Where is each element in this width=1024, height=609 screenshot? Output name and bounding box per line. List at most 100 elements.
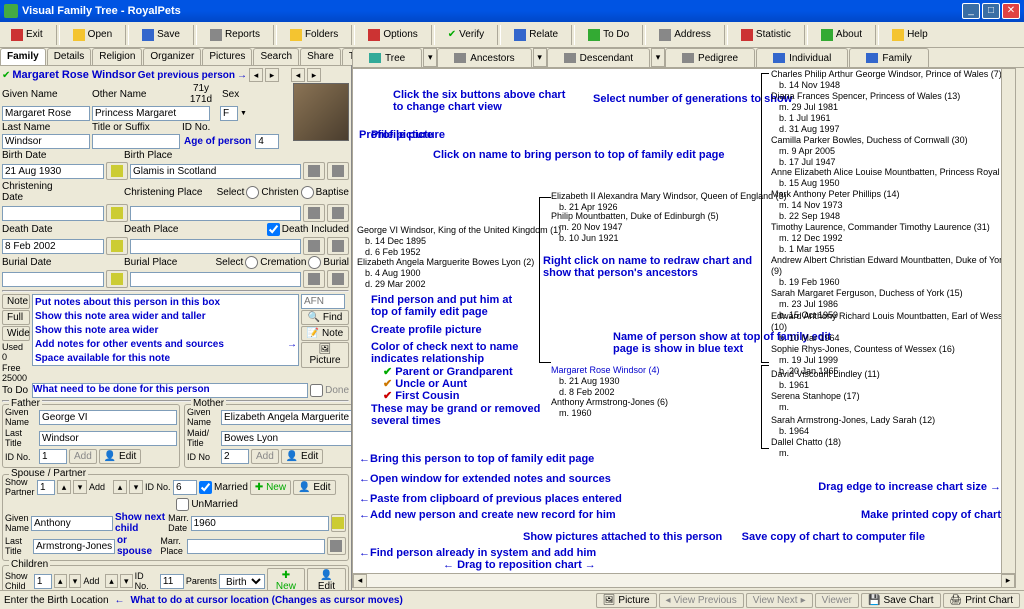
tree-node-5[interactable]: Philip Mountbatten, Duke of Edinburgh (5…	[551, 211, 719, 244]
tab-ancestors[interactable]: Ancestors	[437, 48, 531, 67]
profile-photo[interactable]	[293, 83, 349, 141]
tab-family[interactable]: Family	[0, 48, 46, 65]
spouse-up[interactable]: ▴	[57, 480, 71, 494]
title-input[interactable]	[92, 134, 180, 149]
note-full-btn[interactable]: Full	[2, 310, 30, 325]
birthplace-input[interactable]	[130, 164, 301, 179]
deathdate-input[interactable]	[2, 239, 104, 254]
tree-node-11[interactable]: David Viscount Lindley (11)b. 1961 Seren…	[771, 369, 880, 413]
nav-next2[interactable]: ▸	[307, 68, 321, 82]
person-name-link[interactable]: Margaret Rose Windsor	[12, 69, 135, 81]
address-button[interactable]: Address	[652, 26, 718, 44]
relate-button[interactable]: Relate	[507, 26, 565, 44]
tab-organizer[interactable]: Organizer	[143, 48, 201, 65]
christplace-paste-icon[interactable]	[303, 204, 325, 222]
child-show-input[interactable]	[34, 574, 52, 589]
exit-button[interactable]: Exit	[4, 26, 50, 44]
baptise-radio[interactable]	[301, 186, 314, 199]
mother-id-input[interactable]	[221, 449, 249, 464]
about-button[interactable]: About	[814, 26, 869, 44]
mother-edit-btn[interactable]: 👤 Edit	[281, 449, 323, 464]
birthdate-note-icon[interactable]	[106, 162, 128, 180]
child-up[interactable]: ▴	[54, 574, 67, 588]
father-last-input[interactable]	[39, 431, 177, 446]
tab-tree[interactable]: Tree	[352, 48, 422, 67]
reports-button[interactable]: Reports	[203, 26, 267, 44]
status-viewer-btn[interactable]: Viewer	[815, 593, 859, 608]
birthplace-paste-icon[interactable]	[303, 162, 325, 180]
spouse-id-input[interactable]	[173, 480, 197, 495]
chart-scroll-vertical[interactable]	[1001, 69, 1015, 573]
child-new-btn[interactable]: ✚ New	[267, 568, 305, 590]
child-dn[interactable]: ▾	[69, 574, 82, 588]
burialdate-note-icon[interactable]	[106, 270, 128, 288]
deathplace-paste2-icon[interactable]	[327, 237, 349, 255]
tree-node-3[interactable]: Elizabeth II Alexandra Mary Windsor, Que…	[551, 191, 787, 213]
deathdate-note-icon[interactable]	[106, 237, 128, 255]
burialplace-paste-icon[interactable]	[303, 270, 325, 288]
todo-button[interactable]: To Do	[581, 26, 636, 44]
married-check[interactable]	[199, 481, 212, 494]
open-button[interactable]: Open	[66, 26, 119, 44]
marrdate-input[interactable]	[191, 516, 329, 531]
child-id-input[interactable]	[160, 574, 184, 589]
father-add-btn[interactable]: Add	[69, 449, 97, 464]
marrdate-note-icon[interactable]	[331, 514, 346, 532]
nav-prev2[interactable]: ◂	[291, 68, 305, 82]
birthplace-paste2-icon[interactable]	[327, 162, 349, 180]
tree-node-2[interactable]: Elizabeth Angela Marguerite Bowes Lyon (…	[357, 257, 534, 290]
tree-node-12[interactable]: Sarah Armstrong-Jones, Lady Sarah (12)b.…	[771, 415, 935, 459]
scroll-right[interactable]: ▸	[1001, 574, 1015, 588]
child-edit-btn[interactable]: 👤 Edit	[307, 568, 346, 590]
burialdate-input[interactable]	[2, 272, 104, 287]
child-parents-select[interactable]: Birth	[219, 574, 265, 589]
get-previous-link[interactable]: Get previous person	[138, 70, 235, 81]
last-input[interactable]	[2, 134, 90, 149]
christplace-paste2-icon[interactable]	[327, 204, 349, 222]
spouse-show-input[interactable]	[37, 480, 55, 495]
scroll-left[interactable]: ◂	[353, 574, 367, 588]
tab-details[interactable]: Details	[47, 48, 92, 65]
spouse-adddn[interactable]: ▾	[129, 480, 143, 494]
christdate-note-icon[interactable]	[106, 204, 128, 222]
father-id-input[interactable]	[39, 449, 67, 464]
status-printchart-btn[interactable]: 🖨 Print Chart	[943, 593, 1021, 608]
marrplace-input[interactable]	[187, 539, 325, 554]
tab-religion[interactable]: Religion	[92, 48, 142, 65]
deathplace-input[interactable]	[130, 239, 301, 254]
child-adddn[interactable]: ▾	[120, 574, 133, 588]
mother-maid-input[interactable]	[221, 431, 351, 446]
other-input[interactable]	[92, 106, 210, 121]
tree-node-7[interactable]: Charles Philip Arthur George Windsor, Pr…	[771, 69, 1002, 168]
picture-button[interactable]: 🖼 Picture	[301, 342, 349, 368]
chart-scroll-horizontal[interactable]: ◂ ▸	[353, 573, 1015, 587]
tab-search[interactable]: Search	[253, 48, 299, 65]
help-button[interactable]: Help	[885, 26, 935, 44]
child-addup[interactable]: ▴	[105, 574, 118, 588]
spouse-given-input[interactable]	[31, 516, 113, 531]
descendant-dropdown[interactable]: ▾	[651, 48, 665, 67]
tab-individual[interactable]: Individual	[756, 48, 848, 67]
find-button[interactable]: 🔍 Find	[301, 310, 349, 325]
options-button[interactable]: Options	[361, 26, 424, 44]
status-savechart-btn[interactable]: 💾 Save Chart	[861, 593, 940, 608]
id-input[interactable]	[255, 134, 279, 149]
burialplace-paste2-icon[interactable]	[327, 270, 349, 288]
birthdate-input[interactable]	[2, 164, 104, 179]
nav-next[interactable]: ▸	[265, 68, 279, 82]
done-check[interactable]	[310, 384, 323, 397]
tree-node-10[interactable]: Edward Anthony Richard Louis Mountbatten…	[771, 311, 1015, 377]
burialplace-input[interactable]	[130, 272, 301, 287]
given-input[interactable]	[2, 106, 90, 121]
spouse-addup[interactable]: ▴	[113, 480, 127, 494]
christen-radio[interactable]	[246, 186, 259, 199]
tree-node-8[interactable]: Anne Elizabeth Alice Louise Mountbatten,…	[771, 167, 1013, 255]
deathincl-check[interactable]	[267, 223, 280, 236]
tab-pedigree[interactable]: Pedigree	[665, 48, 755, 67]
marrplace-paste-icon[interactable]	[327, 537, 346, 555]
spouse-edit-btn[interactable]: 👤 Edit	[293, 480, 335, 495]
spouse-dn[interactable]: ▾	[73, 480, 87, 494]
chart-area[interactable]: Profile picture Profile picture Click th…	[352, 68, 1016, 588]
christplace-input[interactable]	[130, 206, 301, 221]
sex-input[interactable]	[220, 106, 238, 121]
